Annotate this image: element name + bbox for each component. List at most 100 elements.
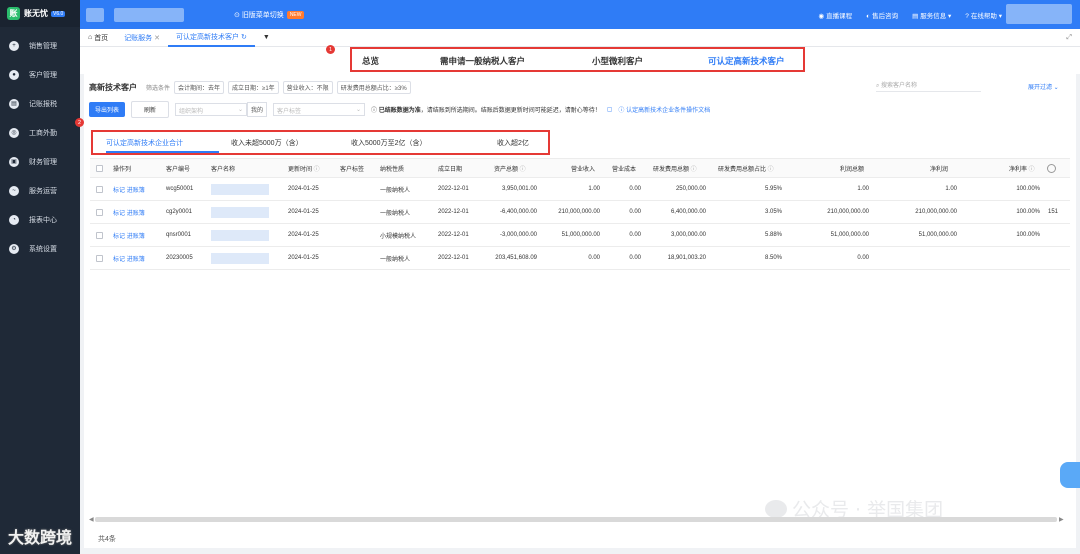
subtab-over-200m[interactable]: 收入超2亿	[497, 138, 529, 148]
tab-high-tech[interactable]: 可认定高新技术客户 ↻	[168, 29, 255, 47]
logo-text: 账无忧	[24, 9, 48, 18]
col-name: 客户名称	[211, 166, 236, 173]
cell-cost: 0.00	[629, 186, 641, 192]
cell-tax: 一般纳税人	[380, 256, 411, 263]
open-ledger-link[interactable]: 进账簿	[127, 208, 145, 217]
open-ledger-link[interactable]: 进账簿	[127, 231, 145, 240]
table-row[interactable]: 标记 进账簿 cg2y0001 2024-01-25 一般纳税人 2022-12-01 -…	[90, 201, 1070, 224]
top-bar: ⊙ 旧版菜单切换 NEW ◉ 直播课程 ◐ 售后咨询 ▤ 服务信息 ▾ ? 在线帮助 ▾	[80, 0, 1080, 29]
select-all-checkbox[interactable]	[96, 159, 103, 177]
row-checkbox[interactable]	[96, 224, 103, 246]
cell-revenue: 1.00	[588, 186, 600, 192]
live-course-link[interactable]: ◉ 直播课程	[818, 10, 852, 20]
table-row[interactable]: 标记 进账簿 qnsr0001 2024-01-25 小规模纳税人 2022-12-01…	[90, 224, 1070, 247]
cell-updated: 2024-01-25	[288, 232, 319, 238]
sidebar-item-finance[interactable]: ▣ 财务管理	[0, 147, 80, 176]
scroll-right-arrow[interactable]: ▶	[1059, 516, 1064, 523]
sidebar-item-settings[interactable]: ⚙ 系统设置	[0, 234, 80, 263]
tab-bar: ⌂ 首页 记账服务 ✕ 可认定高新技术客户 ↻ ▼ ⤢	[80, 29, 1080, 47]
open-ledger-link[interactable]: 进账簿	[127, 185, 145, 194]
cell-updated: 2024-01-25	[288, 209, 319, 215]
open-ledger-link[interactable]: 进账簿	[127, 254, 145, 263]
row-checkbox[interactable]	[96, 201, 103, 223]
customer-name-blurred	[211, 247, 269, 269]
row-actions: 标记 进账簿	[113, 224, 145, 246]
cell-profit: 0.00	[857, 255, 869, 261]
filter-chip-revenue[interactable]: 营业收入：不限	[282, 81, 333, 94]
customer-table: 操作列 客户编号 客户名称 更新时间 ⓘ 客户标签 纳税性质 成立日期 资产总额…	[90, 158, 1070, 270]
table-row[interactable]: 标记 进账簿 wcg50001 2024-01-25 一般纳税人 2022-12-01 3…	[90, 178, 1070, 201]
support-link[interactable]: ◐ 售后咨询	[866, 10, 898, 20]
subtab-under-50m[interactable]: 收入未超5000万（含）	[231, 138, 303, 148]
user-account-blurred[interactable]	[1006, 4, 1072, 24]
tab-home[interactable]: ⌂ 首页	[80, 29, 116, 47]
switch-label: 旧版菜单切换	[241, 11, 284, 19]
sidebar-item-operations[interactable]: ~ 服务运营	[0, 176, 80, 205]
export-button[interactable]: 导出列表	[89, 102, 126, 117]
segment-small-micro[interactable]: 小型微利客户	[592, 55, 643, 67]
fullscreen-icon[interactable]: ⤢	[1066, 34, 1072, 42]
sidebar-item-customers[interactable]: ● 客户管理	[0, 60, 80, 89]
assistant-float-button[interactable]	[1060, 462, 1080, 488]
cell-revenue: 210,000,000.00	[558, 209, 600, 215]
subtab-total[interactable]: 可认定高新技术企业合计	[106, 138, 183, 148]
filter-chip-rd-ratio[interactable]: 研发费用总额占比：≥3%	[336, 81, 411, 94]
help-link[interactable]: ? 在线帮助 ▾	[965, 10, 1002, 20]
cell-tax: 一般纳税人	[380, 210, 411, 217]
mark-link[interactable]: 标记	[113, 185, 125, 194]
expand-filter-button[interactable]: 展开过滤 ⌄	[1028, 82, 1059, 91]
close-icon[interactable]: ✕	[152, 34, 160, 42]
sidebar-item-label: 销售管理	[29, 42, 57, 50]
sidebar-item-field[interactable]: ◎ 工商外勤	[0, 118, 80, 147]
refresh-button[interactable]: 刷新	[131, 101, 170, 118]
sidebar-item-label: 报表中心	[29, 216, 57, 224]
subtab-50m-200m[interactable]: 收入5000万至2亿（含）	[351, 138, 426, 148]
sidebar-item-bookkeeping[interactable]: ▤ 记账报税	[0, 89, 80, 118]
service-info-link[interactable]: ▤ 服务信息 ▾	[912, 10, 951, 20]
column-settings[interactable]	[1047, 159, 1056, 177]
tab-dropdown[interactable]: ▼	[255, 29, 278, 47]
info-icon: ⓘ	[518, 166, 526, 173]
filter-chip-period[interactable]: 会计期间：去年	[174, 81, 225, 94]
scroll-left-arrow[interactable]: ◀	[89, 516, 94, 523]
cell-code: cg2y0001	[166, 209, 193, 215]
sidebar-item-label: 工商外勤	[29, 129, 57, 137]
mark-link[interactable]: 标记	[113, 208, 125, 217]
search-input[interactable]: ⌕ 搜索客户名称	[876, 80, 981, 92]
row-checkbox[interactable]	[96, 247, 103, 269]
cell-assets: -6,400,000.00	[499, 209, 537, 215]
mine-toggle[interactable]: 我的	[247, 102, 268, 117]
main-card: 高新技术客户 筛选条件 会计期间：去年 成立日期：≥1年 营业收入：不限 研发费…	[84, 74, 1076, 548]
refresh-icon[interactable]: ↻	[239, 33, 247, 41]
user-icon: ●	[9, 69, 19, 80]
tag-select[interactable]: 客户标签 ⌄	[273, 103, 366, 116]
cell-assets: 3,950,001.00	[501, 186, 537, 192]
cell-founded: 2022-12-01	[438, 232, 469, 238]
doc-icon[interactable]: ▢	[607, 106, 613, 113]
col-net-margin: 净利率 ⓘ	[1009, 159, 1035, 177]
segment-overview[interactable]: 总览	[362, 55, 379, 67]
tab-bookkeeping[interactable]: 记账服务 ✕	[116, 29, 168, 47]
cell-updated: 2024-01-25	[288, 186, 319, 192]
cell-assets: -3,000,000.00	[499, 232, 537, 238]
row-checkbox[interactable]	[96, 178, 103, 200]
old-menu-switch[interactable]: ⊙ 旧版菜单切换 NEW	[234, 10, 305, 20]
filter-chip-founded[interactable]: 成立日期：≥1年	[228, 81, 279, 94]
segment-high-tech[interactable]: 可认定高新技术客户	[708, 55, 785, 67]
caret-down-icon: ▼	[262, 34, 270, 41]
doc-link[interactable]: ⓘ 认定高新技术企业条件操作文档	[618, 105, 710, 114]
sidebar: 账 账无忧 V6.0 + 销售管理 ● 客户管理 ▤ 记账报税 ◎ 工商外勤 ▣ 财务管理…	[0, 0, 80, 554]
col-tax: 纳税性质	[380, 166, 405, 173]
sidebar-item-sales[interactable]: + 销售管理	[0, 31, 80, 60]
table-row[interactable]: 标记 进账簿 20230005 2024-01-25 一般纳税人 2022-12-01 2…	[90, 247, 1070, 270]
mark-link[interactable]: 标记	[113, 231, 125, 240]
mark-link[interactable]: 标记	[113, 254, 125, 263]
ledger-icon: ▤	[9, 98, 19, 109]
sidebar-item-reports[interactable]: ◔ 报表中心	[0, 205, 80, 234]
app-logo[interactable]: 账 账无忧 V6.0	[0, 0, 80, 27]
org-select[interactable]: 组织架构 ⌄	[175, 103, 248, 116]
horizontal-scrollbar[interactable]	[95, 517, 1057, 522]
help-icon: ?	[965, 12, 969, 20]
segment-general-taxpayer[interactable]: 需申请一般纳税人客户	[440, 55, 525, 67]
page-title: 高新技术客户	[89, 83, 137, 92]
